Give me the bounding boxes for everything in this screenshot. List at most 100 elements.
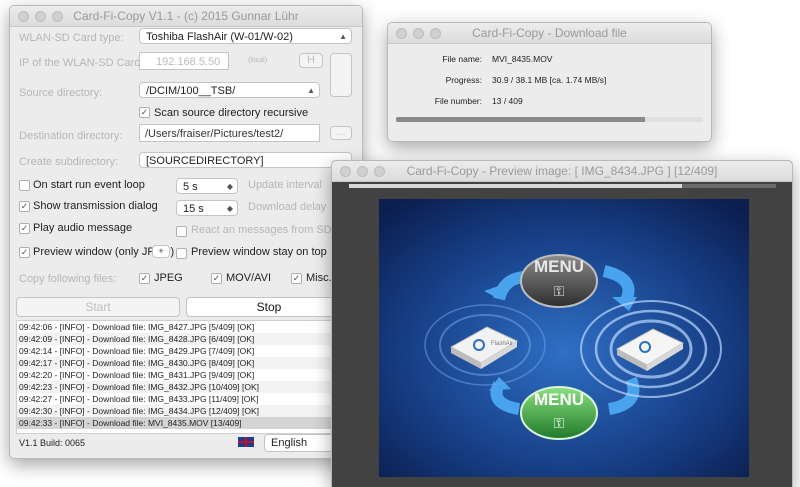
download-titlebar: Card-Fi-Copy - Download file [388, 23, 711, 44]
react-label: React an messages from SD-Ca [191, 224, 350, 236]
wlan-card-type-select[interactable]: Toshiba FlashAir (W-01/W-02) ▲ [139, 28, 352, 44]
chevron-updown-icon: ▲ [339, 32, 347, 41]
log-row[interactable]: 09:42:27 - [INFO] - Download file: IMG_8… [17, 393, 347, 405]
minimize-button[interactable] [413, 28, 424, 39]
close-button[interactable] [396, 28, 407, 39]
file-number-value: 13 / 409 [492, 96, 523, 106]
dest-dir-value: /Users/fraiser/Pictures/test2/ [145, 128, 284, 140]
wlan-card-type-label: WLAN-SD Card type: [19, 32, 124, 44]
chevron-updown-icon: ◆ [226, 182, 233, 191]
ip-input[interactable]: 192.168.5.50 [139, 52, 229, 70]
preview-stay-label: Preview window stay on top [191, 246, 327, 258]
language-value: English [271, 437, 308, 449]
ip-value: 192.168.5.50 [156, 56, 221, 68]
preview-progress-fill [349, 184, 683, 188]
window-controls [396, 28, 441, 39]
uk-flag-icon [238, 437, 254, 447]
dest-dir-input[interactable]: /Users/fraiser/Pictures/test2/ [139, 124, 320, 142]
h-button-label: H [307, 54, 315, 66]
misc-label: Misc. [306, 272, 332, 284]
log-row[interactable]: 09:42:06 - [INFO] - Download file: IMG_8… [17, 321, 347, 333]
download-delay-label: Download delay [248, 201, 327, 213]
h-button[interactable]: H [299, 53, 323, 68]
source-dir-select[interactable]: /DCIM/100__TSB/ ▲ [139, 82, 320, 98]
download-delay-select[interactable]: 15 s ◆ [176, 200, 238, 216]
react-checkbox[interactable] [176, 226, 187, 237]
download-delay-value: 15 s [183, 203, 204, 215]
on-start-checkbox[interactable] [19, 180, 30, 191]
preview-progress-bar [349, 184, 776, 188]
download-progress-bar [396, 117, 703, 122]
browse-button-label: ... [336, 126, 346, 138]
jpeg-checkbox[interactable]: ✓ [139, 273, 150, 284]
file-name-value: MVI_8435.MOV [492, 54, 553, 64]
update-interval-value: 5 s [183, 181, 198, 193]
preview-image: FlashAir MENU ⚿ MENU ⚿ [379, 199, 749, 477]
stop-button[interactable]: Stop [186, 297, 352, 317]
log-list[interactable]: 09:42:06 - [INFO] - Download file: IMG_8… [16, 320, 348, 434]
preview-plus-label: + [158, 246, 164, 256]
close-button[interactable] [340, 166, 351, 177]
log-row[interactable]: 09:42:09 - [INFO] - Download file: IMG_8… [17, 333, 347, 345]
log-row[interactable]: 09:42:20 - [INFO] - Download file: IMG_8… [17, 369, 347, 381]
start-button[interactable]: Start [16, 297, 180, 317]
zoom-button[interactable] [374, 166, 385, 177]
preview-titlebar: Card-Fi-Copy - Preview image: [ IMG_8434… [332, 161, 792, 182]
misc-checkbox[interactable]: ✓ [291, 273, 302, 284]
menu-top-label: MENU [534, 257, 584, 276]
log-row[interactable]: 09:42:30 - [INFO] - Download file: IMG_8… [17, 405, 347, 417]
wlan-card-type-value: Toshiba FlashAir (W-01/W-02) [146, 31, 293, 43]
minimize-button[interactable] [357, 166, 368, 177]
progress-label: Progress: [445, 75, 482, 85]
key-icon: ⚿ [554, 416, 565, 432]
chevron-updown-icon: ◆ [226, 204, 233, 213]
create-subdir-select[interactable]: [SOURCEDIRECTORY] [139, 152, 352, 168]
ip-label: IP of the WLAN-SD Card: [19, 57, 144, 69]
log-row[interactable]: 09:42:33 - [INFO] - Download file: MVI_8… [17, 417, 347, 429]
play-audio-checkbox[interactable]: ✓ [19, 223, 30, 234]
file-name-label: File name: [442, 54, 482, 64]
start-button-label: Start [85, 300, 111, 314]
chevron-updown-icon: ▲ [307, 86, 315, 95]
update-interval-label: Update interval [248, 179, 322, 191]
close-button[interactable] [18, 11, 29, 22]
preview-image-svg: FlashAir MENU ⚿ MENU ⚿ [379, 199, 749, 477]
log-row[interactable]: 09:42:14 - [INFO] - Download file: IMG_8… [17, 345, 347, 357]
scan-recursive-label: Scan source directory recursive [154, 107, 309, 119]
stop-button-label: Stop [256, 300, 282, 314]
download-window: Card-Fi-Copy - Download file File name: … [387, 22, 712, 142]
jpeg-label: JPEG [154, 272, 183, 284]
menu-bottom-label: MENU [534, 390, 584, 409]
preview-stay-checkbox[interactable] [176, 248, 187, 259]
window-controls [340, 166, 385, 177]
show-transmission-checkbox[interactable]: ✓ [19, 201, 30, 212]
side-tall-button[interactable] [330, 53, 352, 97]
copy-files-label: Copy following files: [19, 273, 117, 285]
update-interval-select[interactable]: 5 s ◆ [176, 178, 238, 194]
menu-button-green-icon: MENU ⚿ [520, 386, 598, 440]
browse-button[interactable]: ... [330, 126, 352, 140]
source-dir-value: /DCIM/100__TSB/ [146, 85, 236, 97]
download-progress-fill [396, 117, 645, 122]
download-window-title: Card-Fi-Copy - Download file [472, 26, 627, 40]
create-subdir-value: [SOURCEDIRECTORY] [146, 155, 264, 167]
minimize-button[interactable] [35, 11, 46, 22]
log-row[interactable]: 09:42:17 - [INFO] - Download file: IMG_8… [17, 357, 347, 369]
main-window-title: Card-Fi-Copy V1.1 - (c) 2015 Gunnar Lühr [73, 9, 299, 23]
movavi-checkbox[interactable]: ✓ [211, 273, 222, 284]
menu-button-grey-icon: MENU ⚿ [520, 254, 598, 308]
zoom-button[interactable] [52, 11, 63, 22]
preview-window: Card-Fi-Copy - Preview image: [ IMG_8434… [331, 160, 793, 487]
main-titlebar: Card-Fi-Copy V1.1 - (c) 2015 Gunnar Lühr [10, 6, 362, 27]
zoom-button[interactable] [430, 28, 441, 39]
on-start-label: On start run event loop [33, 179, 145, 191]
create-subdir-label: Create subdirectory: [19, 156, 119, 168]
log-row[interactable]: 09:42:23 - [INFO] - Download file: IMG_8… [17, 381, 347, 393]
scan-recursive-checkbox[interactable]: ✓ [139, 107, 150, 118]
preview-plus-button[interactable]: + [152, 245, 170, 258]
preview-window-checkbox[interactable]: ✓ [19, 247, 30, 258]
preview-window-title: Card-Fi-Copy - Preview image: [ IMG_8434… [406, 164, 718, 178]
window-controls [18, 11, 63, 22]
ip-hint: (local) [248, 57, 268, 64]
card-brand-left: FlashAir [491, 341, 513, 347]
